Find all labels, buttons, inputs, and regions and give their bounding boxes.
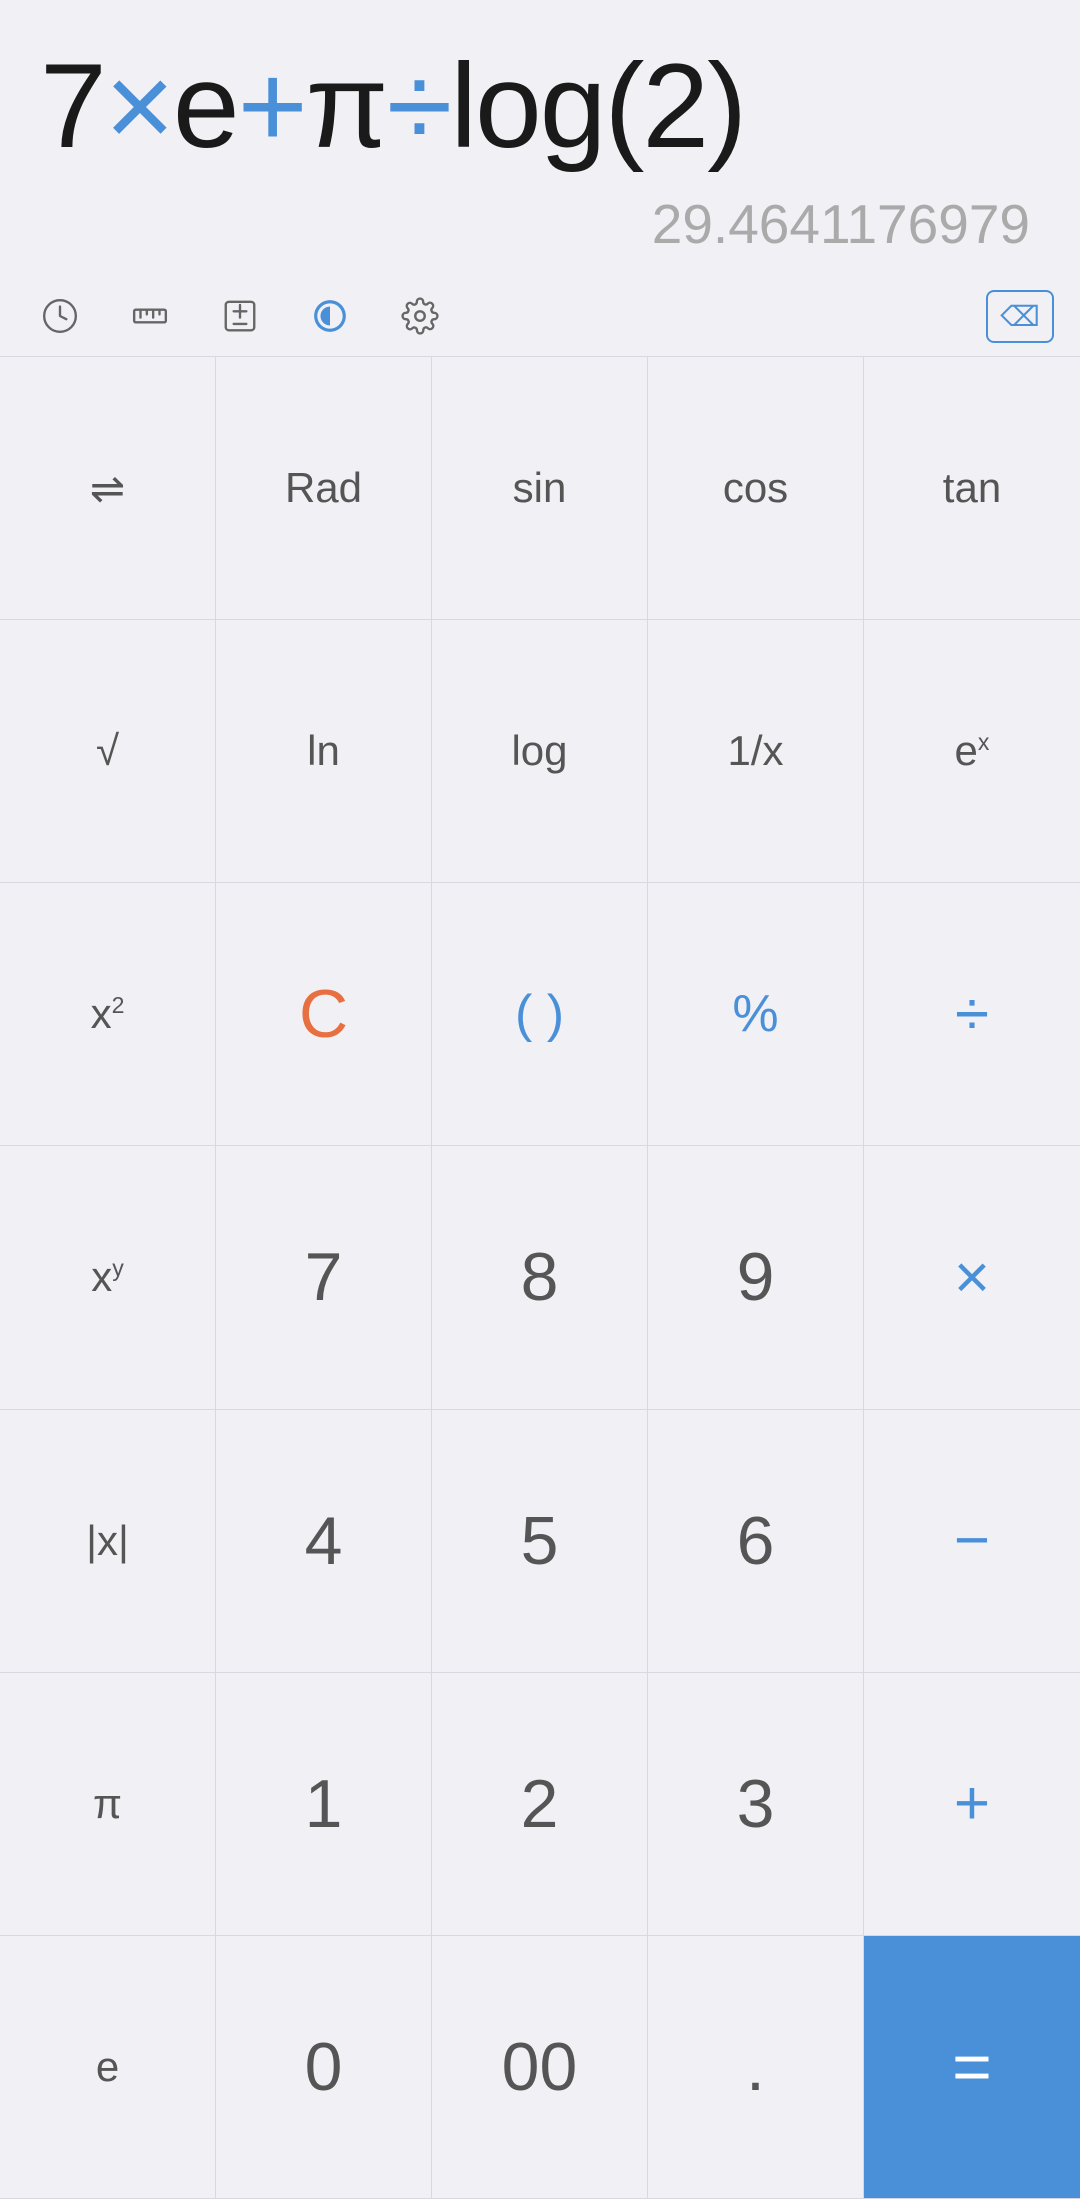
history-icon[interactable] <box>30 286 90 346</box>
divide-button[interactable]: ÷ <box>864 883 1080 1146</box>
clear-button[interactable]: C <box>216 883 432 1146</box>
expr-div: ÷ <box>386 40 450 172</box>
6-button[interactable]: 6 <box>648 1410 864 1673</box>
reciprocal-button[interactable]: 1/x <box>648 620 864 883</box>
abs-button[interactable]: |x| <box>0 1410 216 1673</box>
ruler-icon[interactable] <box>120 286 180 346</box>
5-button[interactable]: 5 <box>432 1410 648 1673</box>
2-button[interactable]: 2 <box>432 1673 648 1936</box>
percent-button[interactable]: % <box>648 883 864 1146</box>
subtract-button[interactable]: − <box>864 1410 1080 1673</box>
theme-icon[interactable] <box>300 286 360 346</box>
expr-e: e <box>173 40 238 172</box>
pi-button[interactable]: π <box>0 1673 216 1936</box>
parentheses-button[interactable]: ( ) <box>432 883 648 1146</box>
3-button[interactable]: 3 <box>648 1673 864 1936</box>
1-button[interactable]: 1 <box>216 1673 432 1936</box>
sqrt-button[interactable]: √ <box>0 620 216 883</box>
8-button[interactable]: 8 <box>432 1146 648 1409</box>
calculator-grid: ⇌ Rad sin cos tan √ ln log 1/x ex x2 C (… <box>0 356 1080 2199</box>
expr-pi: π <box>306 40 387 172</box>
4-button[interactable]: 4 <box>216 1410 432 1673</box>
9-button[interactable]: 9 <box>648 1146 864 1409</box>
display-area: 7×e+π÷log(2) 29.4641176979 <box>0 0 1080 276</box>
sin-button[interactable]: sin <box>432 357 648 620</box>
equals-button[interactable]: = <box>864 1936 1080 2199</box>
expr-7: 7 <box>40 40 105 172</box>
toolbar: ⌫ <box>0 276 1080 356</box>
settings-icon[interactable] <box>390 286 450 346</box>
multiply-button[interactable]: × <box>864 1146 1080 1409</box>
euler-button[interactable]: e <box>0 1936 216 2199</box>
log-button[interactable]: log <box>432 620 648 883</box>
add-button[interactable]: + <box>864 1673 1080 1936</box>
result-display: 29.4641176979 <box>40 192 1040 256</box>
plusminus-icon[interactable] <box>210 286 270 346</box>
convert-button[interactable]: ⇌ <box>0 357 216 620</box>
expression-display: 7×e+π÷log(2) <box>40 40 1040 172</box>
7-button[interactable]: 7 <box>216 1146 432 1409</box>
expr-plus: + <box>238 40 306 172</box>
decimal-button[interactable]: . <box>648 1936 864 2199</box>
ln-button[interactable]: ln <box>216 620 432 883</box>
cos-button[interactable]: cos <box>648 357 864 620</box>
tan-button[interactable]: tan <box>864 357 1080 620</box>
expr-times: × <box>105 40 173 172</box>
rad-button[interactable]: Rad <box>216 357 432 620</box>
0-button[interactable]: 0 <box>216 1936 432 2199</box>
exp-button[interactable]: ex <box>864 620 1080 883</box>
backspace-button[interactable]: ⌫ <box>990 286 1050 346</box>
double-zero-button[interactable]: 00 <box>432 1936 648 2199</box>
power-button[interactable]: xy <box>0 1146 216 1409</box>
square-button[interactable]: x2 <box>0 883 216 1146</box>
expr-log: log(2) <box>450 40 745 172</box>
